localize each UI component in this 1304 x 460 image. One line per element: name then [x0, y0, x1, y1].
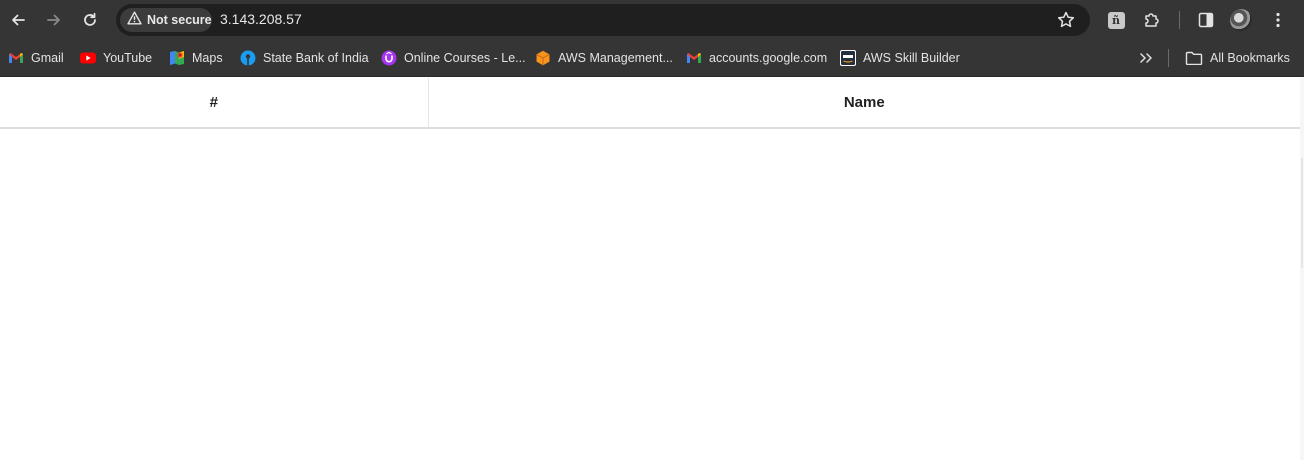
bookmarks-bar: Gmail YouTube Maps State Bank of India O…	[0, 40, 1304, 77]
back-icon[interactable]	[6, 8, 30, 32]
udemy-icon	[381, 50, 397, 66]
more-vert-icon[interactable]	[1266, 8, 1290, 32]
reload-icon[interactable]	[78, 8, 102, 32]
gmail-icon	[8, 50, 24, 66]
address-bar[interactable]: Not secure 3.143.208.57	[116, 4, 1090, 36]
bookmark-aws-skill-builder[interactable]: AWS Skill Builder	[840, 48, 960, 68]
bookmark-state-bank-of-india[interactable]: State Bank of India	[240, 48, 369, 68]
puzzle-icon[interactable]	[1140, 8, 1164, 32]
security-label: Not secure	[147, 13, 212, 27]
chevron-double-right-icon	[1138, 50, 1154, 66]
url-text[interactable]: 3.143.208.57	[220, 11, 302, 27]
sbi-icon	[240, 50, 256, 66]
column-header-number: #	[0, 78, 429, 129]
toolbar-separator	[1179, 11, 1180, 29]
all-bookmarks-button[interactable]: All Bookmarks	[1185, 48, 1290, 68]
bookmark-youtube[interactable]: YouTube	[80, 48, 152, 68]
folder-icon	[1185, 50, 1203, 66]
table-header-row: # Name	[0, 78, 1300, 129]
security-chip[interactable]: Not secure	[120, 8, 212, 32]
bookmarks-overflow-button[interactable]	[1138, 48, 1161, 68]
scrollbar-thumb[interactable]	[1301, 158, 1303, 268]
warning-icon	[127, 11, 142, 30]
side-panel-icon[interactable]	[1194, 8, 1218, 32]
browser-toolbar: Not secure 3.143.208.57 ñ	[0, 0, 1304, 40]
page-content: # Name	[0, 78, 1304, 460]
bookmark-gmail[interactable]: Gmail	[8, 48, 64, 68]
bookmarks-separator	[1168, 49, 1169, 67]
forward-icon[interactable]	[42, 8, 66, 32]
aws-cube-icon	[535, 50, 551, 66]
bookmark-aws-management[interactable]: AWS Management...	[535, 48, 673, 68]
bookmark-online-courses[interactable]: Online Courses - Le...	[381, 48, 526, 68]
profile-avatar[interactable]	[1230, 9, 1252, 31]
gmail-icon	[686, 50, 702, 66]
bookmark-accounts-google[interactable]: accounts.google.com	[686, 48, 827, 68]
bookmark-maps[interactable]: Maps	[169, 48, 223, 68]
maps-icon	[169, 50, 185, 66]
scrollbar-track[interactable]	[1300, 78, 1304, 460]
youtube-icon	[80, 50, 96, 66]
column-header-name: Name	[428, 78, 1300, 129]
star-icon[interactable]	[1056, 10, 1076, 35]
extension-badge-icon[interactable]: ñ	[1104, 8, 1128, 32]
aws-icon	[840, 50, 856, 66]
data-table: # Name	[0, 78, 1300, 129]
